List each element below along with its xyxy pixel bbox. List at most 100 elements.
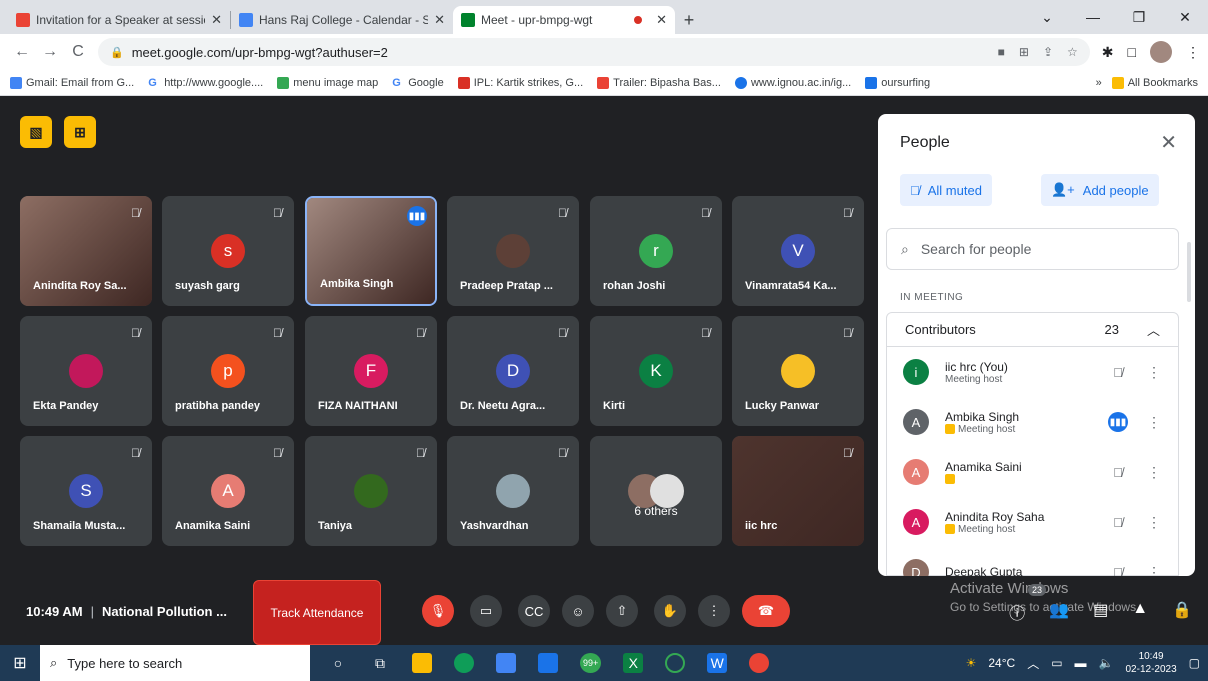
translate-icon[interactable]: ⊞: [1019, 45, 1029, 59]
participant-tile[interactable]: K 🎙̸ Kirti: [590, 316, 722, 426]
door-icon[interactable]: ⊞: [64, 116, 96, 148]
mic-status-icon[interactable]: ▮▮▮: [1108, 412, 1128, 432]
participant-row[interactable]: A Anamika Saini 🎙̸ ⋮: [887, 447, 1178, 497]
mic-status-icon[interactable]: 🎙̸: [1106, 515, 1130, 530]
close-tab-icon[interactable]: ✕: [656, 12, 667, 28]
mic-status-icon[interactable]: 🎙̸: [1106, 465, 1130, 480]
close-tab-icon[interactable]: ✕: [434, 12, 445, 28]
minimize-icon[interactable]: —: [1070, 9, 1116, 25]
scrollbar[interactable]: [1187, 242, 1191, 302]
file-explorer-icon[interactable]: [412, 653, 432, 673]
url-field[interactable]: 🔒 meet.google.com/upr-bmpg-wgt?authuser=…: [98, 38, 1090, 66]
chrome-icon[interactable]: [749, 653, 770, 673]
mic-off-button[interactable]: 🎙: [422, 595, 454, 627]
back-icon[interactable]: ←: [8, 43, 36, 61]
task-view-icon[interactable]: ⧉: [370, 653, 390, 673]
participant-row[interactable]: A Ambika Singh Meeting host ▮▮▮ ⋮: [887, 397, 1178, 447]
contributors-header[interactable]: Contributors 23 ︿: [887, 313, 1178, 347]
bookmark[interactable]: www.ignou.ac.in/ig...: [734, 76, 851, 89]
participant-tile[interactable]: 🎙̸ Ekta Pandey: [20, 316, 152, 426]
participant-tile[interactable]: 🎙̸ iic hrc: [732, 436, 864, 546]
participant-tile[interactable]: 🎙̸ Anindita Roy Sa...: [20, 196, 152, 306]
participant-tile[interactable]: 🎙̸ Pradeep Pratap ...: [447, 196, 579, 306]
add-people-button[interactable]: 👤+ Add people: [1041, 174, 1159, 206]
tray-chevron-icon[interactable]: ︿: [1027, 655, 1039, 672]
browser-tab-active[interactable]: Meet - upr-bmpg-wgt ✕: [453, 6, 675, 34]
participant-tile[interactable]: F 🎙̸ FIZA NAITHANI: [305, 316, 437, 426]
participant-tile[interactable]: 🎙̸ Yashvardhan: [447, 436, 579, 546]
host-controls-icon[interactable]: 🔒: [1172, 600, 1192, 624]
participant-tile[interactable]: s 🎙̸ suyash garg: [162, 196, 294, 306]
info-icon[interactable]: ⓘ: [1009, 600, 1025, 624]
taskbar-search-input[interactable]: ⌕ Type here to search: [40, 645, 310, 681]
mail-icon[interactable]: [538, 653, 558, 673]
more-bookmarks-icon[interactable]: »: [1096, 77, 1102, 89]
battery-icon[interactable]: ▬: [1075, 656, 1087, 670]
browser-tab[interactable]: Invitation for a Speaker at sessio ✕: [8, 6, 230, 34]
volume-icon[interactable]: 🔈: [1099, 656, 1114, 670]
emoji-button[interactable]: ☺: [562, 595, 594, 627]
participant-tile[interactable]: A 🎙̸ Anamika Saini: [162, 436, 294, 546]
windows-start-icon[interactable]: ⊞: [0, 653, 40, 673]
present-button[interactable]: ⇧: [606, 595, 638, 627]
participant-tile[interactable]: 🎙̸ Taniya: [305, 436, 437, 546]
word-icon[interactable]: W: [707, 653, 728, 673]
bookmark[interactable]: menu image map: [277, 76, 378, 89]
mic-status-icon[interactable]: 🎙̸: [1106, 365, 1130, 380]
menu-icon[interactable]: ⋮: [1186, 44, 1200, 61]
browser-tab[interactable]: Hans Raj College - Calendar - Sa ✕: [231, 6, 453, 34]
camera-button[interactable]: ▭: [470, 595, 502, 627]
participant-tile[interactable]: D 🎙̸ Dr. Neetu Agra...: [447, 316, 579, 426]
forward-icon[interactable]: →: [36, 43, 64, 61]
bookmark[interactable]: IPL: Kartik strikes, G...: [457, 76, 583, 89]
participant-row[interactable]: D Deepak Gupta 🎙̸ ⋮: [887, 547, 1178, 576]
participant-tile[interactable]: ▮▮▮ Ambika Singh: [305, 196, 437, 306]
captions-button[interactable]: CC: [518, 595, 550, 627]
participant-tile[interactable]: p 🎙̸ pratibha pandey: [162, 316, 294, 426]
camera-icon[interactable]: ■: [998, 45, 1005, 59]
participant-tile[interactable]: 🎙̸ Lucky Panwar: [732, 316, 864, 426]
chat-icon[interactable]: ▤: [1093, 600, 1108, 624]
reload-icon[interactable]: C: [64, 43, 92, 61]
participant-tile[interactable]: V 🎙̸ Vinamrata54 Ka...: [732, 196, 864, 306]
close-window-icon[interactable]: ✕: [1162, 9, 1208, 26]
more-options-icon[interactable]: ⋮: [1142, 414, 1166, 431]
chevron-up-icon[interactable]: ︿: [1147, 320, 1160, 339]
activities-icon[interactable]: ▲: [1132, 600, 1148, 624]
bookmark[interactable]: G Google: [392, 76, 444, 89]
more-options-icon[interactable]: ⋮: [1142, 514, 1166, 531]
spotify-icon[interactable]: [665, 653, 686, 673]
new-tab-button[interactable]: +: [675, 6, 703, 34]
store-icon[interactable]: [496, 653, 516, 673]
people-icon[interactable]: 👥: [1049, 600, 1069, 624]
weather-icon[interactable]: ☀: [966, 656, 977, 670]
participant-tile[interactable]: 6 others: [590, 436, 722, 546]
more-options-icon[interactable]: ⋮: [1142, 364, 1166, 381]
restore-icon[interactable]: ❐: [1116, 9, 1162, 26]
profile-avatar[interactable]: [1150, 41, 1172, 63]
bookmark[interactable]: Gmail: Email from G...: [10, 76, 134, 89]
cortana-icon[interactable]: ○: [328, 653, 348, 673]
bookmark[interactable]: oursurfing: [865, 76, 930, 89]
search-people-input[interactable]: ⌕ Search for people: [886, 228, 1179, 270]
clock[interactable]: 10:49 02-12-2023: [1126, 650, 1177, 676]
leave-call-button[interactable]: ☎: [742, 595, 790, 627]
whatsapp-icon[interactable]: 99+: [580, 653, 602, 673]
share-icon[interactable]: ⇪: [1043, 45, 1053, 59]
track-attendance-button[interactable]: Track Attendance: [253, 580, 381, 645]
more-options-button[interactable]: ⋮: [698, 595, 730, 627]
extensions-icon[interactable]: ✱: [1102, 44, 1114, 61]
raise-hand-button[interactable]: ✋: [654, 595, 686, 627]
tab-search-icon[interactable]: ⌄: [1024, 9, 1070, 26]
participant-tile[interactable]: r 🎙̸ rohan Joshi: [590, 196, 722, 306]
more-options-icon[interactable]: ⋮: [1142, 564, 1166, 577]
mic-status-icon[interactable]: 🎙̸: [1106, 565, 1130, 577]
lock-icon[interactable]: 🔒: [110, 46, 124, 59]
layout-icon[interactable]: ▧: [20, 116, 52, 148]
edge-icon[interactable]: [454, 653, 474, 673]
bookmark[interactable]: Ghttp://www.google....: [148, 76, 263, 89]
notifications-icon[interactable]: ▢: [1189, 656, 1200, 670]
close-tab-icon[interactable]: ✕: [211, 12, 222, 28]
star-icon[interactable]: ☆: [1067, 45, 1078, 59]
participant-row[interactable]: i iic hrc (You) Meeting host 🎙̸ ⋮: [887, 347, 1178, 397]
